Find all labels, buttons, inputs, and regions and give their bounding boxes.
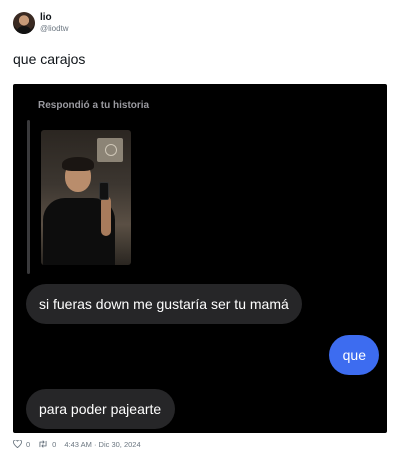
story-reply-label: Respondió a tu historia bbox=[38, 100, 150, 111]
display-name[interactable]: lio bbox=[40, 12, 52, 23]
tweet-footer: 0 0 4:43 AM · Dic 30, 2024 bbox=[13, 437, 141, 451]
message-bubble-received[interactable]: para poder pajearte bbox=[26, 389, 176, 429]
retweet-icon[interactable] bbox=[38, 440, 48, 448]
thumbnail-person-hair bbox=[62, 157, 94, 171]
tweet-text: que carajos bbox=[13, 51, 86, 67]
message-bubble-sent[interactable]: que bbox=[328, 335, 379, 375]
message-bubble-received[interactable]: si fueras down me gustaría ser tu mamá bbox=[26, 284, 302, 324]
avatar[interactable] bbox=[13, 12, 35, 34]
heart-icon[interactable] bbox=[13, 440, 22, 448]
thumbnail-phone bbox=[99, 182, 109, 200]
story-reply-bar bbox=[27, 120, 30, 274]
thumbnail-person-arm bbox=[101, 196, 111, 236]
screenshot-media[interactable]: Respondió a tu historia si fueras down m… bbox=[13, 84, 387, 433]
user-handle[interactable]: @liodtw bbox=[40, 24, 69, 33]
thumbnail-wall-panel bbox=[97, 138, 123, 162]
story-thumbnail[interactable] bbox=[41, 130, 131, 265]
like-count: 0 bbox=[26, 439, 31, 449]
tweet-header: lio @liodtw bbox=[13, 10, 213, 38]
tweet-timestamp[interactable]: 4:43 AM · Dic 30, 2024 bbox=[64, 440, 140, 449]
retweet-count: 0 bbox=[52, 439, 57, 449]
